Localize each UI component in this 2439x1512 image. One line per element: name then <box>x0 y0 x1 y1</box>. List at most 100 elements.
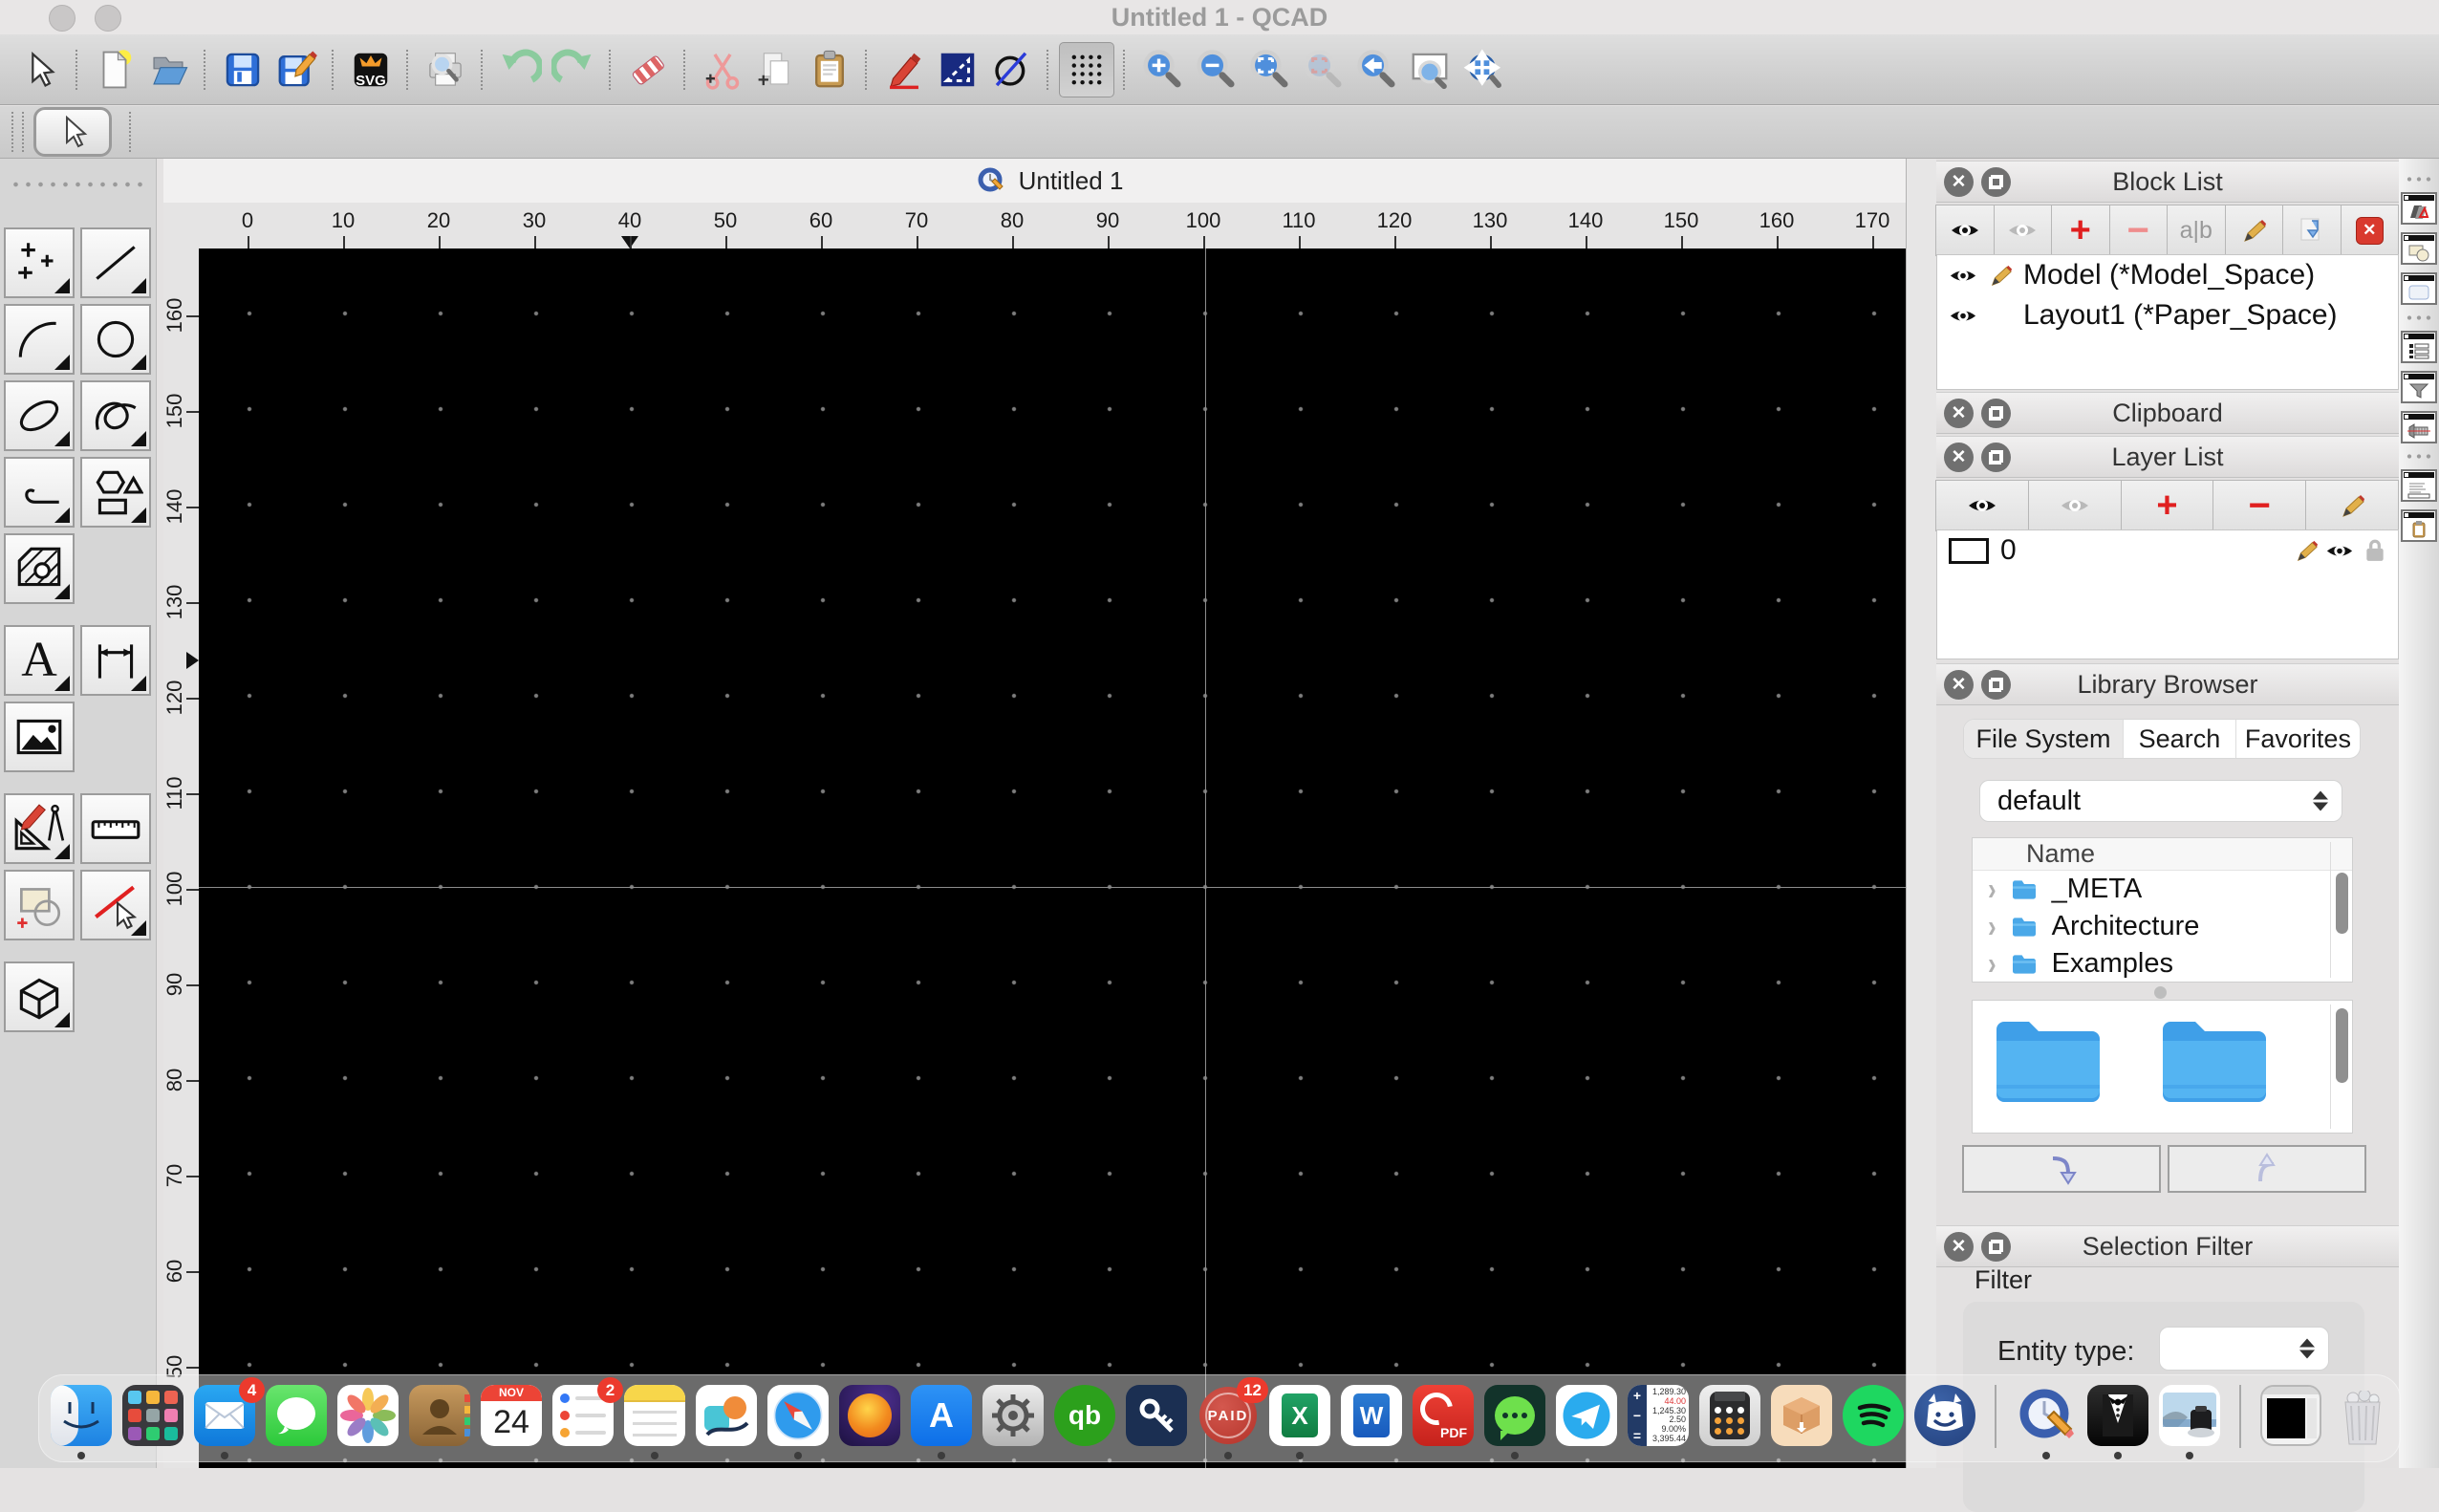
show-all-blocks-button[interactable] <box>1935 205 1995 256</box>
dock-friendly[interactable] <box>1914 1385 1975 1446</box>
dock-word[interactable]: W <box>1341 1385 1402 1446</box>
draw-tools-button[interactable] <box>4 793 75 864</box>
dock-spotify[interactable] <box>1843 1385 1904 1446</box>
dock-calculator[interactable] <box>1699 1385 1760 1446</box>
drawing-canvas[interactable] <box>199 248 1906 1468</box>
edit-layer-button[interactable] <box>2305 480 2399 531</box>
dock-photos[interactable] <box>337 1385 399 1446</box>
hide-all-layers-button[interactable] <box>2027 480 2122 531</box>
edit-pencil-icon[interactable] <box>2295 539 2318 562</box>
save-button[interactable] <box>216 43 270 97</box>
dimension-tools-button[interactable] <box>80 625 151 696</box>
tree-row-meta[interactable]: › _META <box>1973 870 2352 908</box>
dock-deliveries[interactable] <box>1771 1385 1832 1446</box>
dock-contacts[interactable] <box>409 1385 470 1446</box>
dock-qcad[interactable] <box>2016 1385 2077 1459</box>
edit-block-button[interactable] <box>2224 205 2283 256</box>
modify-tools-button[interactable] <box>80 870 151 940</box>
close-panel-icon[interactable]: ✕ <box>1944 1231 1974 1262</box>
redo-button[interactable] <box>547 43 600 97</box>
measure-tool-button[interactable] <box>80 793 151 864</box>
dock-safari[interactable] <box>767 1385 829 1459</box>
selection-filter-toggle[interactable] <box>2401 371 2437 403</box>
dock-paid-app[interactable]: 12 PAID <box>1198 1377 1268 1459</box>
image-tool-button[interactable] <box>4 702 75 772</box>
dock-pdf-expert[interactable]: PDF <box>1413 1385 1474 1446</box>
block-list-toggle[interactable] <box>2401 331 2437 363</box>
select-tool-button[interactable] <box>13 43 67 97</box>
line-tools-button[interactable] <box>80 227 151 298</box>
float-panel-icon[interactable] <box>1981 669 2011 700</box>
splitter-handle[interactable] <box>2154 986 2167 999</box>
hide-all-blocks-button[interactable] <box>1993 205 2052 256</box>
pan-button[interactable] <box>1457 43 1510 97</box>
cut-button[interactable] <box>696 43 749 97</box>
library-source-select[interactable]: default <box>1979 780 2342 822</box>
purge-block-button[interactable]: ✕ <box>2340 205 2399 256</box>
rename-block-button[interactable]: a|b <box>2167 205 2226 256</box>
open-file-button[interactable] <box>141 43 195 97</box>
tab-file-system[interactable]: File System <box>1964 720 2125 758</box>
new-file-button[interactable] <box>88 43 141 97</box>
dock-settings[interactable] <box>982 1385 1044 1446</box>
ellipse-tools-button[interactable] <box>4 380 75 451</box>
dock-firefox[interactable] <box>839 1385 900 1446</box>
block-row-model[interactable]: Model (*Model_Space) <box>1937 255 2398 295</box>
remove-block-button[interactable]: − <box>2108 205 2168 256</box>
hatch-tools-button[interactable] <box>4 533 75 604</box>
zoom-out-button[interactable] <box>1189 43 1242 97</box>
text-tool-button[interactable]: A <box>4 625 75 696</box>
close-panel-icon[interactable]: ✕ <box>1944 166 1974 197</box>
dock-trash[interactable] <box>2332 1385 2393 1446</box>
zoom-to-selection-button[interactable] <box>1296 43 1349 97</box>
svg-export-button[interactable]: SVG <box>344 43 398 97</box>
dock-launchpad[interactable] <box>122 1385 183 1446</box>
dock-mail[interactable]: 4 <box>194 1377 265 1459</box>
command-line-toggle[interactable] <box>2401 469 2437 502</box>
dock-finder[interactable] <box>51 1385 112 1459</box>
spline-tools-button[interactable] <box>80 380 151 451</box>
print-preview-button[interactable] <box>419 43 472 97</box>
strip-handle[interactable] <box>2405 177 2433 182</box>
block-tools-button[interactable] <box>4 870 75 940</box>
layer-row-0[interactable]: 0 <box>1937 530 2398 571</box>
library-descend-button[interactable] <box>1962 1145 2161 1193</box>
auto-zoom-button[interactable] <box>1242 43 1296 97</box>
show-all-layers-button[interactable] <box>1935 480 2029 531</box>
copy-button[interactable] <box>749 43 803 97</box>
dock-calendar[interactable]: NOV 24 <box>481 1385 542 1446</box>
palette-handle[interactable] <box>10 182 143 187</box>
library-folder-tree[interactable]: Name › _META › Architecture › Examples <box>1972 837 2353 983</box>
tab-favorites[interactable]: Favorites <box>2236 720 2360 758</box>
dock-reminders[interactable]: 2 <box>552 1377 623 1446</box>
clipboard-panel-toggle[interactable] <box>2401 509 2437 542</box>
close-panel-icon[interactable]: ✕ <box>1944 442 1974 472</box>
document-tab[interactable]: Untitled 1 <box>1019 166 1124 196</box>
shape-tools-button[interactable] <box>80 457 151 528</box>
visibility-icon[interactable] <box>1949 306 1977 326</box>
expand-chevron-icon[interactable]: › <box>1988 907 1997 945</box>
dock-minimized-window[interactable] <box>2260 1385 2321 1446</box>
scrollbar-thumb[interactable] <box>2336 1008 2348 1083</box>
expand-chevron-icon[interactable]: › <box>1988 870 1997 908</box>
property-editor-toggle[interactable] <box>2401 192 2437 225</box>
folder-thumbnail[interactable] <box>1990 1016 2106 1108</box>
dock-bartender[interactable] <box>2087 1385 2148 1459</box>
solid-tools-button[interactable] <box>4 961 75 1032</box>
zoom-in-button[interactable] <box>1135 43 1189 97</box>
paste-button[interactable] <box>803 43 856 97</box>
save-as-button[interactable] <box>270 43 323 97</box>
close-panel-icon[interactable]: ✕ <box>1944 398 1974 428</box>
visibility-icon[interactable] <box>1949 266 1977 286</box>
folder-thumbnail[interactable] <box>2156 1016 2273 1108</box>
selection-mode-button[interactable] <box>33 107 112 157</box>
undo-button[interactable] <box>493 43 547 97</box>
dock-passwords[interactable] <box>1126 1385 1187 1446</box>
close-panel-icon[interactable]: ✕ <box>1944 669 1974 700</box>
float-panel-icon[interactable] <box>1981 398 2011 428</box>
eraser-button[interactable] <box>621 43 675 97</box>
float-panel-icon[interactable] <box>1981 166 2011 197</box>
add-block-button[interactable]: + <box>2051 205 2110 256</box>
dock-telegram[interactable] <box>1556 1385 1617 1446</box>
tree-column-name[interactable]: Name <box>1973 838 2352 871</box>
